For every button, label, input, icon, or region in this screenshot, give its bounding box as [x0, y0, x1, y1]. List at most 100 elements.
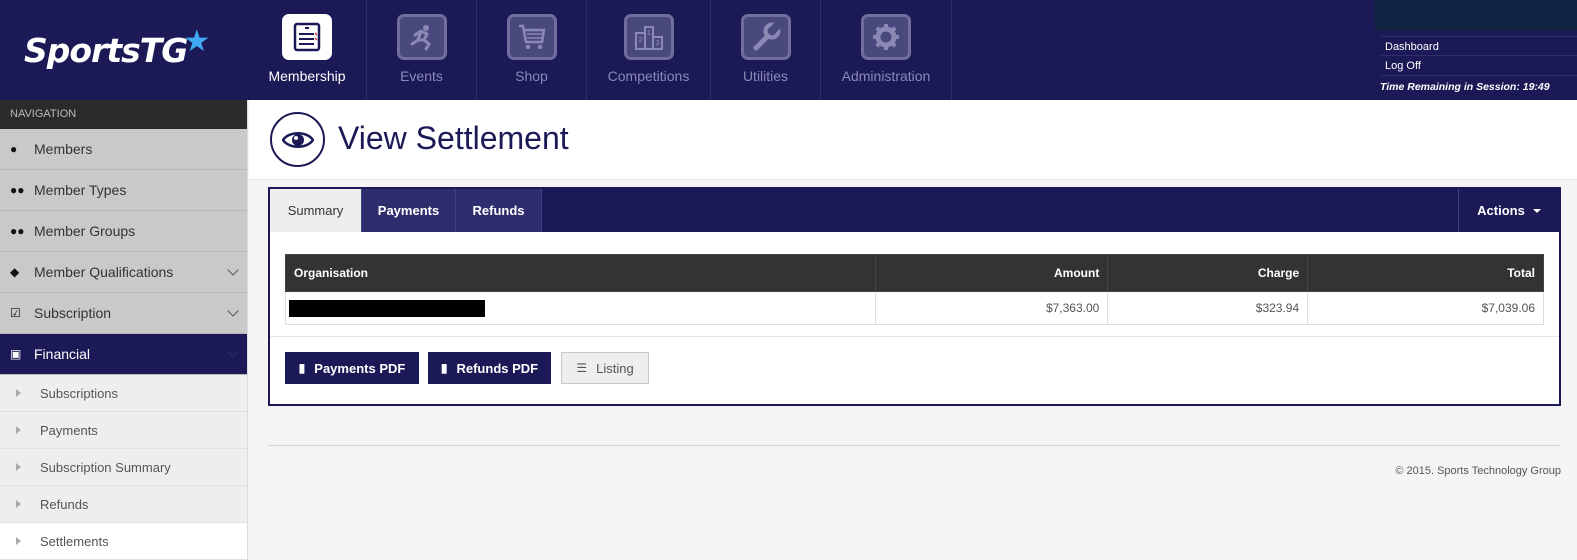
- column-header-amount: Amount: [874, 254, 1109, 292]
- wrench-icon: [740, 14, 791, 60]
- tab-summary[interactable]: Summary: [270, 189, 362, 232]
- svg-text:2: 2: [638, 36, 642, 44]
- checkbox-icon: ☑: [10, 306, 21, 320]
- sidebar-subitem-label: Refunds: [40, 496, 89, 512]
- gear-icon: [861, 14, 911, 60]
- column-header-total: Total: [1307, 254, 1544, 292]
- logoff-link[interactable]: Log Off: [1381, 56, 1577, 76]
- user-icon: ●: [10, 142, 18, 156]
- topnav-events[interactable]: Events: [367, 0, 477, 100]
- tab-payments[interactable]: Payments: [362, 189, 456, 232]
- session-panel: Dashboard Log Off Time Remaining in Sess…: [1375, 0, 1577, 100]
- refunds-pdf-button[interactable]: ▮ Refunds PDF: [428, 352, 551, 384]
- total-cell: $7,039.06: [1307, 291, 1544, 325]
- button-label: Listing: [596, 360, 634, 376]
- sidebar-subitem-label: Subscription Summary: [40, 459, 171, 475]
- redacted-organisation: [289, 299, 485, 317]
- users-icon: ●●: [10, 183, 25, 197]
- sidebar-item-label: Financial: [34, 346, 91, 362]
- svg-text:3: 3: [655, 39, 659, 47]
- charge-cell: $323.94: [1107, 291, 1309, 325]
- actions-label: Actions: [1477, 203, 1525, 218]
- topnav-label: Events: [400, 68, 443, 84]
- tab-bar: Summary Payments Refunds Actions: [270, 189, 1559, 232]
- logo-text: SportsTG: [24, 30, 188, 70]
- caret-right-icon: [16, 426, 21, 434]
- footer-divider: [268, 445, 1561, 446]
- payments-pdf-button[interactable]: ▮ Payments PDF: [285, 352, 419, 384]
- sidebar-item-label: Member Types: [34, 182, 127, 198]
- sidebar-subitem-settlements[interactable]: Settlements: [0, 523, 247, 560]
- button-label: Refunds PDF: [456, 360, 539, 376]
- listing-button[interactable]: ☰ Listing: [561, 352, 649, 384]
- eye-icon: [270, 112, 325, 167]
- page-header: View Settlement: [249, 100, 1577, 180]
- top-bar: SportsTG ★ Membership Events Shop 123 Co…: [0, 0, 1577, 100]
- amount-cell: $7,363.00: [874, 291, 1109, 325]
- topnav-competitions[interactable]: 12 3 Competitions: [587, 0, 711, 100]
- dashboard-link[interactable]: Dashboard: [1381, 36, 1577, 56]
- sidebar-item-financial[interactable]: ▣ Financial: [0, 334, 247, 375]
- sidebar-item-member-types[interactable]: ●● Member Types: [0, 170, 247, 211]
- logo-star-icon: ★: [183, 24, 211, 58]
- topnav-label: Competitions: [607, 68, 690, 84]
- book-icon: ▮: [440, 361, 448, 375]
- chevron-down-icon: [227, 346, 239, 358]
- session-banner: [1375, 0, 1577, 31]
- divider: [270, 336, 1559, 337]
- sidebar-item-member-qualifications[interactable]: ◆ Member Qualifications: [0, 252, 247, 293]
- organisation-cell: [285, 291, 876, 325]
- caret-right-icon: [16, 389, 21, 397]
- sportstg-logo[interactable]: SportsTG ★: [0, 0, 248, 100]
- sidebar-item-member-groups[interactable]: ●● Member Groups: [0, 211, 247, 252]
- topnav-label: Membership: [268, 68, 346, 84]
- sidebar-subitem-subscriptions[interactable]: Subscriptions: [0, 375, 247, 412]
- topnav-shop[interactable]: Shop: [477, 0, 587, 100]
- chevron-down-icon: [227, 305, 239, 317]
- page-title: View Settlement: [338, 120, 569, 156]
- caret-right-icon: [16, 537, 21, 545]
- settlement-table: Organisation Amount Charge Total $7,363.…: [285, 254, 1544, 325]
- sidebar-item-label: Members: [34, 141, 93, 157]
- tab-refunds[interactable]: Refunds: [456, 189, 542, 232]
- actions-dropdown[interactable]: Actions: [1458, 189, 1559, 232]
- svg-text:1: 1: [646, 29, 650, 37]
- topnav-label: Administration: [841, 68, 931, 84]
- button-label: Payments PDF: [314, 360, 406, 376]
- topnav-administration[interactable]: Administration: [821, 0, 952, 100]
- sidebar: NAVIGATION ● Members ●● Member Types ●● …: [0, 100, 248, 560]
- users-icon: ●●: [10, 224, 25, 238]
- sidebar-item-members[interactable]: ● Members: [0, 129, 247, 170]
- membership-card-icon: [282, 14, 332, 60]
- table-header-row: Organisation Amount Charge Total: [285, 254, 1544, 292]
- list-icon: ☰: [576, 361, 588, 375]
- sidebar-heading: NAVIGATION: [0, 100, 247, 129]
- sidebar-subitem-subscription-summary[interactable]: Subscription Summary: [0, 449, 247, 486]
- tags-icon: ◆: [10, 265, 20, 279]
- topnav-utilities[interactable]: Utilities: [711, 0, 821, 100]
- caret-right-icon: [16, 500, 21, 508]
- sidebar-subitem-payments[interactable]: Payments: [0, 412, 247, 449]
- caret-down-icon: [1532, 208, 1541, 213]
- sidebar-item-label: Subscription: [34, 305, 112, 321]
- podium-icon: 12 3: [623, 14, 674, 60]
- topnav-membership[interactable]: Membership: [248, 0, 367, 100]
- money-icon: ▣: [10, 347, 22, 361]
- column-header-organisation: Organisation: [285, 254, 876, 292]
- runner-icon: [396, 14, 447, 60]
- sidebar-subitem-label: Settlements: [40, 533, 109, 549]
- sidebar-subitem-label: Payments: [40, 422, 98, 438]
- book-icon: ▮: [298, 361, 306, 375]
- topnav-label: Shop: [515, 68, 548, 84]
- chevron-down-icon: [227, 264, 239, 276]
- column-header-charge: Charge: [1107, 254, 1309, 292]
- table-row: $7,363.00 $323.94 $7,039.06: [285, 291, 1544, 325]
- main-navigation: Membership Events Shop 123 Competitions …: [248, 0, 952, 100]
- sidebar-subitem-refunds[interactable]: Refunds: [0, 486, 247, 523]
- sidebar-item-subscription[interactable]: ☑ Subscription: [0, 293, 247, 334]
- sidebar-item-label: Member Groups: [34, 223, 136, 239]
- sidebar-subitem-label: Subscriptions: [40, 385, 119, 401]
- topnav-label: Utilities: [742, 68, 789, 84]
- settlement-panel: Summary Payments Refunds Actions Organis…: [268, 187, 1561, 406]
- copyright: © 2015. Sports Technology Group: [1395, 465, 1561, 477]
